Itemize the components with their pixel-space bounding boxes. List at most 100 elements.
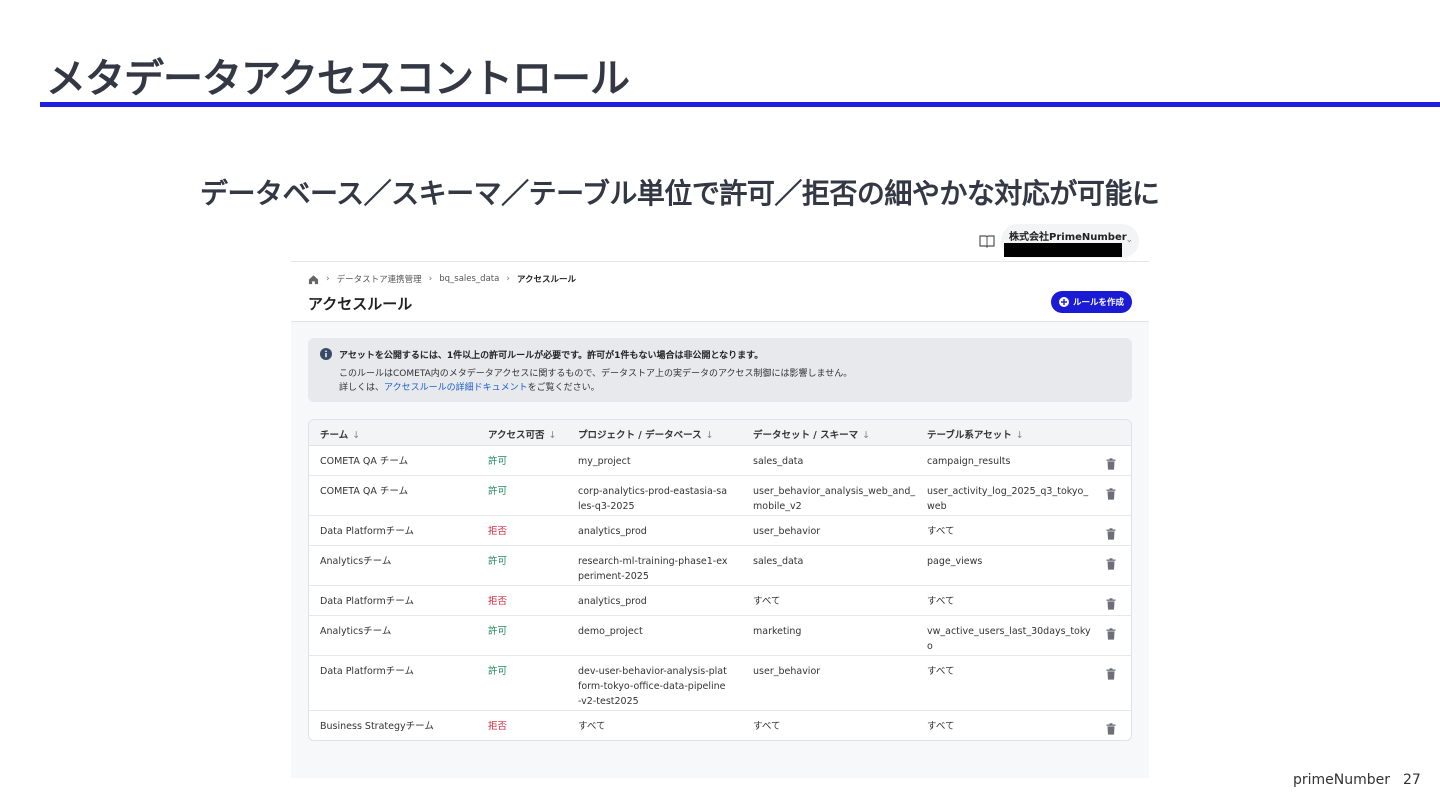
breadcrumb-current: アクセスルール xyxy=(516,275,577,285)
plus-circle-icon xyxy=(1058,297,1069,307)
table-row[interactable]: Analyticsチーム 許可 research-ml-training-pha… xyxy=(309,546,1131,586)
cell-team: Analyticsチーム xyxy=(320,556,392,567)
cell-project: analytics_prod xyxy=(578,526,647,537)
cell-project: research-ml-training-phase1-experiment-2… xyxy=(578,556,728,582)
cell-dataset: すべて xyxy=(753,596,781,607)
column-header-table-asset-label: テーブル系アセット xyxy=(927,430,1012,441)
cell-access: 拒否 xyxy=(488,596,508,607)
trash-icon[interactable] xyxy=(1106,558,1116,570)
breadcrumb-item-dataset[interactable]: bq_sales_data xyxy=(439,274,499,284)
info-docs-suffix: をご覧ください。 xyxy=(527,383,600,393)
cell-team: Data Platformチーム xyxy=(320,596,414,607)
title-underline xyxy=(40,102,1440,107)
cell-access: 許可 xyxy=(488,666,508,677)
table-row[interactable]: Data Platformチーム 拒否 analytics_prod すべて す… xyxy=(309,586,1131,616)
breadcrumb: › データストア連携管理 › bq_sales_data › アクセスルール xyxy=(308,272,576,286)
cell-project: corp-analytics-prod-eastasia-sales-q3-20… xyxy=(578,486,728,512)
column-header-access-label: アクセス可否 xyxy=(488,430,545,441)
cell-project: すべて xyxy=(578,721,606,732)
chevron-down-icon: ⌄ xyxy=(1125,235,1133,245)
trash-icon[interactable] xyxy=(1106,488,1116,500)
trash-icon[interactable] xyxy=(1106,528,1116,540)
app-header: 株式会社PrimeNumber ⌄ xyxy=(291,222,1149,262)
table-row[interactable]: Business Strategyチーム 拒否 すべて すべて すべて xyxy=(309,711,1131,740)
table-row[interactable]: COMETA QA チーム 許可 corp-analytics-prod-eas… xyxy=(309,476,1131,516)
slide-subtitle: データベース／スキーマ／テーブル単位で許可／拒否の細やかな対応が可能に xyxy=(200,177,1160,210)
docs-link[interactable]: アクセスルールの詳細ドキュメント xyxy=(384,383,528,393)
chevron-right-icon: › xyxy=(506,274,510,284)
sort-arrow-icon[interactable]: ↓ xyxy=(549,430,557,441)
chevron-right-icon: › xyxy=(428,274,433,284)
trash-icon[interactable] xyxy=(1106,723,1116,735)
breadcrumb-item-datastore[interactable]: データストア連携管理 xyxy=(337,273,422,285)
cell-dataset: marketing xyxy=(753,626,802,637)
cell-table-asset: すべて xyxy=(927,526,955,537)
cell-table-asset: vw_active_users_last_30days_tokyo xyxy=(927,626,1091,652)
cell-team: COMETA QA チーム xyxy=(320,456,409,467)
cell-dataset: user_behavior xyxy=(753,526,821,537)
column-header-team-label: チーム xyxy=(320,430,349,441)
org-name: 株式会社PrimeNumber xyxy=(1009,232,1127,243)
cell-access: 拒否 xyxy=(488,526,508,537)
trash-icon[interactable] xyxy=(1106,668,1116,680)
cell-table-asset: user_activity_log_2025_q3_tokyo_web xyxy=(927,486,1089,512)
info-icon xyxy=(320,348,332,360)
table-header: チーム ↓ アクセス可否 ↓ プロジェクト / データベース ↓ データセット / ス… xyxy=(309,420,1131,446)
info-text-secondary: このルールはCOMETA内のメタデータアクセスに関するもので、データストア上の実… xyxy=(339,369,853,379)
column-header-dataset[interactable]: データセット / スキーマ ↓ xyxy=(753,427,870,441)
home-icon[interactable] xyxy=(308,274,319,285)
cell-access: 許可 xyxy=(488,456,508,467)
trash-icon[interactable] xyxy=(1106,598,1116,610)
page-title: アクセスルール xyxy=(308,295,413,313)
cell-team: Data Platformチーム xyxy=(320,666,414,677)
column-header-project-label: プロジェクト / データベース xyxy=(578,430,702,441)
info-text-docs: 詳しくは、アクセスルールの詳細ドキュメントをご覧ください。 xyxy=(339,380,600,393)
cell-dataset: すべて xyxy=(753,721,781,732)
org-switcher[interactable]: 株式会社PrimeNumber ⌄ xyxy=(1001,224,1139,258)
cell-project: dev-user-behavior-analysis-platform-toky… xyxy=(578,666,727,707)
column-header-table-asset[interactable]: テーブル系アセット ↓ xyxy=(927,427,1024,441)
cell-project: demo_project xyxy=(578,626,643,637)
access-rules-table: チーム ↓ アクセス可否 ↓ プロジェクト / データベース ↓ データセット / ス… xyxy=(308,419,1132,741)
sort-arrow-icon[interactable]: ↓ xyxy=(862,430,870,441)
cell-project: my_project xyxy=(578,456,631,467)
cell-access: 許可 xyxy=(488,626,508,637)
cell-dataset: user_behavior_analysis_web_and_mobile_v2 xyxy=(753,486,916,512)
column-header-project[interactable]: プロジェクト / データベース ↓ xyxy=(578,427,714,441)
table-row[interactable]: COMETA QA チーム 許可 my_project sales_data c… xyxy=(309,446,1131,476)
cell-access: 許可 xyxy=(488,486,508,497)
create-rule-button[interactable]: ルールを作成 xyxy=(1051,291,1132,313)
redacted-user-info xyxy=(1004,243,1122,257)
create-rule-label: ルールを作成 xyxy=(1072,298,1124,308)
cell-team: Business Strategyチーム xyxy=(320,721,434,732)
cell-table-asset: page_views xyxy=(927,556,983,567)
table-row[interactable]: Data Platformチーム 拒否 analytics_prod user_… xyxy=(309,516,1131,546)
trash-icon[interactable] xyxy=(1106,628,1116,640)
table-row[interactable]: Data Platformチーム 許可 dev-user-behavior-an… xyxy=(309,656,1131,711)
cell-dataset: sales_data xyxy=(753,456,804,467)
trash-icon[interactable] xyxy=(1106,458,1116,470)
book-icon[interactable] xyxy=(979,234,995,248)
footer-brand: primeNumber xyxy=(1293,772,1391,788)
column-header-access[interactable]: アクセス可否 ↓ xyxy=(488,427,557,441)
column-header-dataset-label: データセット / スキーマ xyxy=(753,430,859,441)
cell-project: analytics_prod xyxy=(578,596,647,607)
page-number: 27 xyxy=(1403,772,1421,788)
cell-team: Data Platformチーム xyxy=(320,526,414,537)
sort-arrow-icon[interactable]: ↓ xyxy=(352,430,360,441)
sort-arrow-icon[interactable]: ↓ xyxy=(1016,430,1024,441)
info-docs-prefix: 詳しくは、 xyxy=(339,383,385,393)
cell-access: 許可 xyxy=(488,556,508,567)
cell-team: COMETA QA チーム xyxy=(320,486,409,497)
cell-table-asset: すべて xyxy=(927,721,955,732)
cell-dataset: sales_data xyxy=(753,556,804,567)
info-text-primary: アセットを公開するには、1件以上の許可ルールが必要です。許可が1件もない場合は非… xyxy=(339,351,764,361)
cell-dataset: user_behavior xyxy=(753,666,821,677)
cell-table-asset: すべて xyxy=(927,666,955,677)
cell-access: 拒否 xyxy=(488,721,508,732)
table-row[interactable]: Analyticsチーム 許可 demo_project marketing v… xyxy=(309,616,1131,656)
chevron-right-icon: › xyxy=(326,274,330,284)
column-header-team[interactable]: チーム ↓ xyxy=(320,427,360,441)
cell-table-asset: すべて xyxy=(927,596,955,607)
sort-arrow-icon[interactable]: ↓ xyxy=(706,430,714,441)
